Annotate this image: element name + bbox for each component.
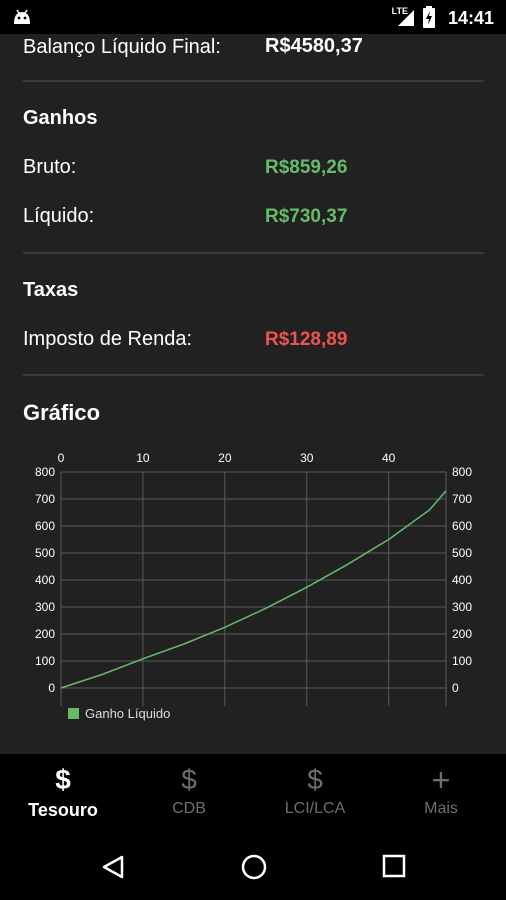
liquido-value: R$730,37 — [265, 206, 348, 227]
y-tick-label-left: 400 — [35, 573, 55, 587]
y-tick-label-right: 300 — [452, 600, 472, 614]
plus-icon: + — [431, 762, 451, 798]
y-tick-label-right: 0 — [452, 681, 459, 695]
status-time: 14:41 — [447, 8, 494, 28]
y-tick-label-left: 200 — [35, 627, 55, 641]
dollar-icon: $ — [307, 764, 323, 795]
y-tick-label-right: 500 — [452, 546, 472, 560]
y-tick-label-left: 300 — [35, 600, 55, 614]
final-balance-label: Balanço Líquido Final: — [23, 36, 221, 58]
y-tick-label-left: 500 — [35, 546, 55, 560]
line-chart[interactable]: 0 0100 100200 200300 300400 400500 500600 60070… — [0, 440, 506, 740]
recents-icon[interactable] — [382, 854, 406, 878]
y-tick-label-right: 600 — [452, 519, 472, 533]
nav-mais-label: Mais — [424, 800, 458, 817]
y-tick-label-right: 700 — [452, 492, 472, 506]
nav-tesouro-label: Tesouro — [28, 800, 98, 820]
final-balance-value: R$4580,37 — [265, 35, 363, 57]
chart-legend: Ganho Líquido — [68, 706, 170, 721]
home-icon[interactable] — [240, 853, 268, 881]
nav-tesouro[interactable]: $ Tesouro — [0, 754, 126, 830]
nav-cdb-label: CDB — [172, 800, 206, 817]
x-tick-label: 10 — [136, 451, 150, 465]
grafico-title: Gráfico — [23, 400, 101, 425]
divider — [23, 80, 484, 82]
bruto-label: Bruto: — [23, 156, 77, 178]
y-tick-label-left: 0 — [48, 681, 55, 695]
divider — [23, 374, 484, 376]
back-icon[interactable] — [100, 854, 126, 880]
ganhos-title: Ganhos — [23, 107, 98, 129]
x-tick-label: 0 — [58, 451, 65, 465]
x-tick-label: 20 — [218, 451, 232, 465]
y-tick-label-right: 800 — [452, 465, 472, 479]
imposto-renda-label: Imposto de Renda: — [23, 328, 192, 350]
dollar-icon: $ — [181, 764, 197, 795]
system-navigation-bar — [0, 830, 506, 900]
nav-cdb[interactable]: $ CDB — [126, 754, 252, 830]
nav-mais[interactable]: + Mais — [378, 754, 504, 830]
imposto-renda-value: R$128,89 — [265, 329, 348, 350]
status-bar: LTE 14:41 — [0, 0, 506, 34]
bruto-value: R$859,26 — [265, 157, 348, 178]
nav-lci-lca-label: LCI/LCA — [284, 800, 346, 817]
y-tick-label-right: 400 — [452, 573, 472, 587]
battery-icon — [423, 6, 435, 28]
divider — [23, 252, 484, 254]
y-tick-label-right: 200 — [452, 627, 472, 641]
signal-icon — [398, 10, 414, 26]
taxas-title: Taxas — [23, 279, 79, 301]
x-tick-label: 40 — [382, 451, 396, 465]
bottom-navigation: $ Tesouro $ CDB $ LCI/LCA + Mais — [0, 754, 506, 830]
legend-swatch — [68, 708, 79, 719]
android-icon — [14, 9, 30, 24]
y-tick-label-right: 100 — [452, 654, 472, 668]
y-tick-label-left: 700 — [35, 492, 55, 506]
liquido-label: Líquido: — [23, 205, 95, 227]
y-tick-label-left: 800 — [35, 465, 55, 479]
nav-lci-lca[interactable]: $ LCI/LCA — [252, 754, 378, 830]
y-tick-label-left: 100 — [35, 654, 55, 668]
dollar-icon: $ — [55, 764, 71, 795]
y-tick-label-left: 600 — [35, 519, 55, 533]
legend-label: Ganho Líquido — [85, 706, 171, 721]
x-tick-label: 30 — [300, 451, 314, 465]
